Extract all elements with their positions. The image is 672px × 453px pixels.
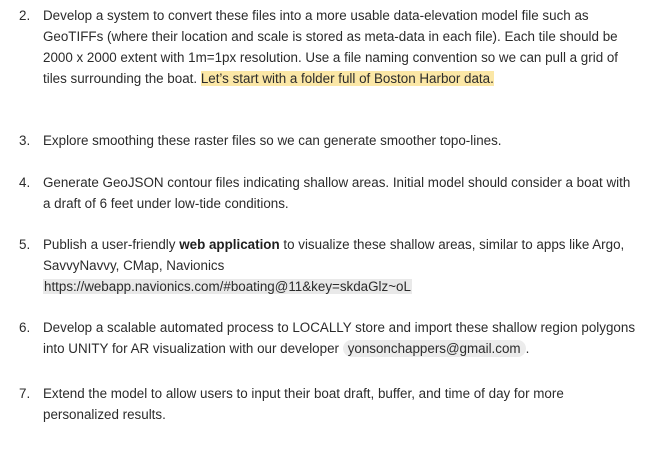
list-number: 4. [19, 175, 31, 190]
item-3-text: Explore smoothing these raster files so … [43, 133, 502, 148]
list-number: 5. [19, 237, 31, 252]
email-chip[interactable]: yonsonchappers@gmail.com [342, 340, 526, 357]
item-4-text: Generate GeoJSON contour files indicatin… [43, 175, 631, 211]
list-number: 7. [19, 386, 31, 401]
list-item-text[interactable]: Publish a user-friendly web application … [43, 234, 640, 297]
list-number: 2. [19, 8, 31, 23]
list-item-text[interactable]: Extend the model to allow users to input… [43, 383, 640, 425]
item-6-text: Develop a scalable automated process to … [43, 320, 636, 356]
list-number: 3. [19, 133, 31, 148]
highlighted-text: Let’s start with a folder full of Boston… [200, 71, 494, 86]
list-item-text[interactable]: Develop a system to convert these files … [43, 5, 640, 89]
list-item-text[interactable]: Develop a scalable automated process to … [43, 317, 640, 359]
item-7-text: Extend the model to allow users to input… [43, 386, 564, 422]
item-5-text-pre: Publish a user-friendly [43, 237, 180, 252]
document-page: 2. Develop a system to convert these fil… [0, 0, 672, 453]
navionics-link[interactable]: https://webapp.navionics.com/#boating@11… [43, 279, 412, 294]
list-item-text[interactable]: Explore smoothing these raster files so … [43, 130, 640, 151]
list-item-text[interactable]: Generate GeoJSON contour files indicatin… [43, 172, 640, 214]
list-number: 6. [19, 320, 31, 335]
bold-text: web application [179, 237, 280, 252]
item-6-tail: . [525, 341, 530, 356]
